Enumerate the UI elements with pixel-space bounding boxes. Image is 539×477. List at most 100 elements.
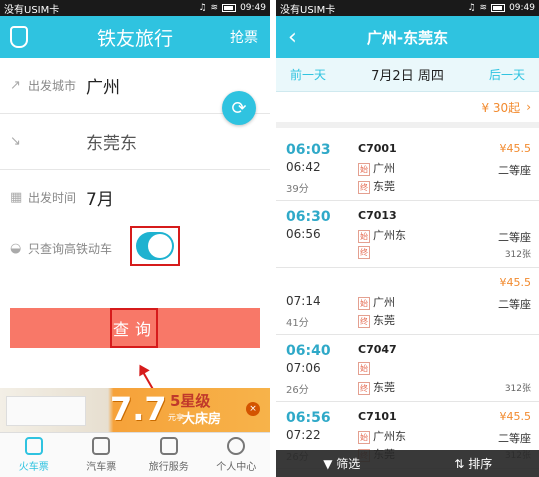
train-row[interactable]: 07:14 41分 始广州终东莞 ¥45.5 二等座 [276,268,539,335]
train-row[interactable]: 06:30 06:56 C7013 始广州东终 二等座 312张 [276,201,539,268]
arrival-time: 07:06 [286,361,321,375]
seat-class: 二等座 [498,298,531,311]
battery-icon [222,4,237,12]
high-speed-only-label: 只查询高铁动车 [28,241,113,256]
departure-time: 06:03 [286,142,331,158]
to-station: 终东莞 [358,178,395,194]
bed-image [6,396,86,426]
from-station-name: 广州 [373,296,395,309]
arrival-time: 07:22 [286,428,321,442]
swap-cities-button[interactable]: ⟳ [222,91,256,125]
tab-train-tickets[interactable]: 火车票 [0,433,68,477]
from-station: 始 [358,361,373,375]
to-station: 终 [358,245,373,259]
origin-station-icon: 始 [358,230,370,243]
destination-station-icon: 终 [358,315,370,328]
route-title: 广州-东莞东 [366,28,449,47]
from-station: 始广州 [358,160,395,176]
funnel-icon: ▼ [323,457,333,471]
from-station-name: 广州东 [373,229,406,242]
carrier-text: 没有USIM卡 [4,4,60,16]
status-bar: 没有USIM卡 ♫ ≋ 09:49 [276,0,539,16]
ticket-price: ¥45.5 [499,142,532,155]
destination-station-icon: 终 [358,382,370,395]
train-icon: ◒ [10,240,22,256]
departure-date-value[interactable]: 7月 [86,185,114,210]
left-phone-screen: 没有USIM卡 ♫ ≋ 09:49 铁友旅行 抢票 ↗ 出发城市 广州 ↘ 东莞… [0,0,270,477]
calendar-icon: ▦ [10,190,23,205]
tickets-remaining: 312张 [504,384,531,394]
from-station: 始广州东 [358,428,406,444]
headset-icon: ♫ [198,3,207,13]
status-bar: 没有USIM卡 ♫ ≋ 09:49 [0,0,270,16]
train-number: C7047 [358,343,397,356]
hotel-ad-banner[interactable]: 7.7 5星级 元享 大床房 × [0,388,270,432]
train-number: C7013 [358,209,397,222]
train-tab-icon [24,437,43,455]
lowest-price-bar[interactable]: ¥ 30起 › [276,92,539,128]
origin-station-icon: 始 [358,163,370,176]
next-day-button[interactable]: 后一天 [475,66,539,83]
departure-arrow-icon: ↗ [10,78,21,93]
app-logo-icon [10,26,28,48]
seat-class: 二等座 [498,231,531,244]
ticket-price: ¥45.5 [499,276,532,289]
departure-city-value[interactable]: 广州 [86,73,120,98]
origin-station-icon: 始 [358,431,370,444]
prev-day-button[interactable]: 前一天 [276,66,340,83]
tab-label: 火车票 [18,462,49,473]
origin-station-icon: 始 [358,362,370,375]
destination-station-icon: 终 [358,246,370,259]
grab-ticket-button[interactable]: 抢票 [230,27,258,47]
bus-tab-icon [92,437,111,455]
clock-text: 09:49 [509,3,535,13]
back-arrow-icon[interactable]: ‹ [288,25,297,50]
departure-time: 06:56 [286,410,331,426]
battery-icon [491,4,506,12]
train-row[interactable]: 06:40 07:06 26分 C7047 始终东莞 312张 [276,335,539,402]
arrival-time: 07:14 [286,294,321,308]
annotation-arrow-head [134,361,150,377]
chevron-right-icon: › [526,100,531,114]
banner-room: 大床房 [182,412,222,427]
to-station-name: 东莞 [373,180,395,193]
sort-icon: ⇅ [454,457,465,471]
arrival-time: 06:56 [286,227,321,241]
current-date[interactable]: 7月2日 周四 [340,65,475,84]
tab-bus-tickets[interactable]: 汽车票 [68,433,136,477]
swap-icon: ⟳ [231,97,247,119]
filter-label: 筛选 [336,457,361,471]
carrier-text: 没有USIM卡 [280,4,336,16]
from-station-name: 广州东 [373,430,406,443]
tab-label: 个人中心 [216,462,257,473]
departure-date-label: 出发时间 [28,191,77,205]
tab-personal-center[interactable]: 个人中心 [203,433,271,477]
seat-class: 二等座 [498,164,531,177]
close-icon[interactable]: × [246,402,260,416]
arrival-arrow-icon: ↘ [10,134,21,149]
duration: 39分 [286,184,309,195]
departure-time: 06:30 [286,209,331,225]
sort-button[interactable]: ⇅ 排序 [408,455,539,472]
wifi-icon: ≋ [210,3,219,13]
app-header: 铁友旅行 抢票 [0,16,270,58]
person-tab-icon [227,437,246,455]
destination-station-icon: 终 [358,181,370,194]
train-row[interactable]: 06:03 06:42 39分 C7001 始广州终东莞 ¥45.5 二等座 [276,134,539,201]
tab-travel-services[interactable]: 旅行服务 [135,433,203,477]
train-number: C7001 [358,142,397,155]
to-station-name: 东莞 [373,381,395,394]
clock-text: 09:49 [240,3,266,13]
date-navigation: 前一天 7月2日 周四 后一天 [276,58,539,92]
to-station: 终东莞 [358,312,395,328]
tab-label: 汽车票 [86,462,117,473]
results-header: ‹ 广州-东莞东 [276,16,539,58]
filter-button[interactable]: ▼ 筛选 [276,455,408,472]
arrival-city-value[interactable]: 东莞东 [86,129,137,154]
wifi-icon: ≋ [479,3,488,13]
departure-date-row[interactable]: ▦ 出发时间 7月 [0,170,270,226]
results-bottom-bar: ▼ 筛选 ⇅ 排序 [276,450,539,477]
departure-city-label: 出发城市 [28,79,77,93]
highlight-box-toggle [130,226,180,266]
arrival-time: 06:42 [286,160,321,174]
